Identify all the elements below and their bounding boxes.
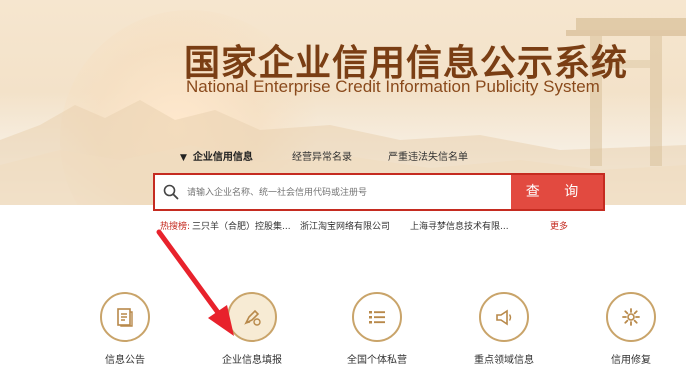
search-bar: 查 询 [153, 173, 605, 211]
megaphone-icon [496, 309, 512, 326]
nav-label: 重点领域信息 [474, 355, 534, 366]
nav-item-key-fields[interactable]: 重点领域信息 [449, 292, 559, 366]
nav-item-credit-repair[interactable]: 信用修复 [576, 292, 686, 366]
nav-label: 企业信息填报 [222, 355, 282, 366]
nav-label: 全国个体私营 [347, 355, 407, 366]
nav-item-individual-business[interactable]: 全国个体私营 [322, 292, 432, 366]
hot-search-item[interactable]: 浙江淘宝网络有限公司 [300, 219, 390, 232]
nav-item-enterprise-report[interactable]: 企业信息填报 [197, 292, 307, 366]
document-icon [117, 308, 133, 327]
more-link[interactable]: 更多 [550, 219, 568, 232]
nav-circle [352, 292, 402, 342]
gear-icon [622, 308, 640, 326]
search-icon [163, 184, 179, 200]
search-input[interactable] [185, 175, 517, 211]
hot-search-item[interactable]: 上海寻梦信息技术有限... [410, 219, 509, 232]
nav-circle [227, 292, 277, 342]
hot-search-label: 热搜榜: [160, 222, 191, 232]
tab-serious-violation[interactable]: 严重违法失信名单 [388, 148, 468, 163]
service-nav: 信息公告 企业信息填报 全国个体私营 重点领域信息 信用修复 [0, 292, 686, 382]
nav-circle [606, 292, 656, 342]
nav-circle [100, 292, 150, 342]
caret-down-icon: ▼ [180, 153, 187, 163]
tab-label: 企业信用信息 [192, 152, 253, 163]
tab-label: 经营异常名录 [292, 152, 352, 163]
list-icon [369, 311, 385, 324]
tab-enterprise-credit[interactable]: ▼ 企业信用信息 [180, 148, 253, 163]
site-subtitle: National Enterprise Credit Information P… [186, 77, 600, 96]
tab-label: 严重违法失信名单 [388, 152, 468, 163]
pen-icon [244, 309, 261, 326]
nav-circle [479, 292, 529, 342]
search-button[interactable]: 查 询 [511, 175, 603, 209]
hot-search-item[interactable]: 三只羊（合肥）控股集... [192, 219, 291, 232]
nav-item-announcements[interactable]: 信息公告 [70, 292, 180, 366]
nav-label: 信用修复 [611, 355, 651, 366]
nav-label: 信息公告 [105, 355, 145, 366]
tab-abnormal-list[interactable]: 经营异常名录 [292, 148, 352, 163]
